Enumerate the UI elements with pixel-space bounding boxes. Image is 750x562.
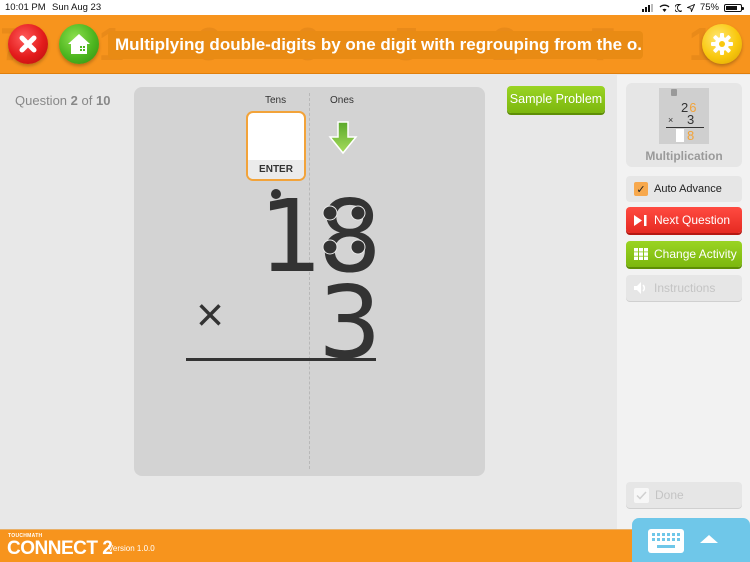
thumb-answer: 8 <box>687 128 695 143</box>
auto-advance-label: Auto Advance <box>654 183 722 195</box>
question-total: 10 <box>96 93 111 108</box>
done-label: Done <box>655 488 684 502</box>
battery-percent: 75% <box>699 2 719 13</box>
multiply-operator: × <box>196 289 225 342</box>
grid-icon <box>634 248 648 260</box>
tens-column-label: Tens <box>265 95 287 106</box>
question-counter: Question 2 of 10 <box>15 93 110 108</box>
speaker-icon <box>634 282 646 294</box>
thumb-operator: × <box>668 115 674 125</box>
keyboard-toggle-button[interactable] <box>632 518 750 562</box>
instructions-button[interactable]: Instructions <box>626 275 742 301</box>
sample-problem-button[interactable]: Sample Problem <box>507 86 605 113</box>
activity-thumbnail-card[interactable]: 26 × 3 8 Multiplication <box>626 83 742 167</box>
gear-icon <box>711 33 733 55</box>
location-icon <box>686 3 695 12</box>
question-of: of <box>81 93 93 108</box>
close-icon <box>19 35 37 53</box>
touchpoints-icon <box>322 205 366 255</box>
touchpoint-dot-icon <box>271 189 281 199</box>
instructions-label: Instructions <box>654 281 716 295</box>
signal-icon <box>641 3 653 12</box>
question-prefix: Question <box>15 93 68 108</box>
tens-answer-input[interactable]: ENTER <box>246 111 306 181</box>
work-area: Tens Ones ENTER 1 8 × 3 <box>134 87 485 476</box>
done-button[interactable]: Done <box>626 482 742 508</box>
version-label: Version 1.0.0 <box>108 544 155 553</box>
arrow-down-icon <box>328 121 358 155</box>
question-current: 2 <box>70 93 78 108</box>
wifi-icon <box>659 4 670 12</box>
next-question-button[interactable]: Next Question <box>626 207 742 233</box>
brand-logo: CONNECT 2 <box>7 538 113 559</box>
header-bar: 7 1 9 0 5 2 7 1 9 0 5 2 7 1 Multiplying … <box>0 15 750 74</box>
keyboard-icon <box>648 529 684 553</box>
change-activity-label: Change Activity <box>654 247 737 261</box>
skip-next-icon <box>634 214 647 226</box>
thumb-bottom: 3 <box>687 112 695 127</box>
auto-advance-toggle[interactable]: ✓ Auto Advance <box>626 176 742 202</box>
activity-title: Multiplying double-digits by one digit w… <box>108 31 643 59</box>
change-activity-button[interactable]: Change Activity <box>626 241 742 267</box>
checkmark-icon <box>634 487 649 503</box>
answer-line <box>186 358 376 361</box>
enter-button[interactable]: ENTER <box>248 160 304 179</box>
status-bar: 10:01 PM Sun Aug 23 75% <box>0 0 750 15</box>
ones-column-label: Ones <box>330 95 354 106</box>
activity-type-label: Multiplication <box>645 149 723 163</box>
sidebar: 26 × 3 8 Multiplication ✓ Auto Advance N… <box>617 75 750 529</box>
status-date: Sun Aug 23 <box>52 2 102 13</box>
moon-icon <box>674 3 682 12</box>
status-time: 10:01 PM <box>5 2 46 13</box>
home-button[interactable] <box>59 24 99 64</box>
chevron-up-icon <box>700 535 718 543</box>
battery-icon <box>724 3 744 12</box>
close-button[interactable] <box>8 24 48 64</box>
checkbox-checked-icon[interactable]: ✓ <box>634 182 648 196</box>
activity-thumbnail: 26 × 3 8 <box>659 88 709 144</box>
next-question-label: Next Question <box>654 213 731 227</box>
home-icon <box>68 34 90 54</box>
status-right: 75% <box>641 2 744 13</box>
settings-button[interactable] <box>702 24 742 64</box>
